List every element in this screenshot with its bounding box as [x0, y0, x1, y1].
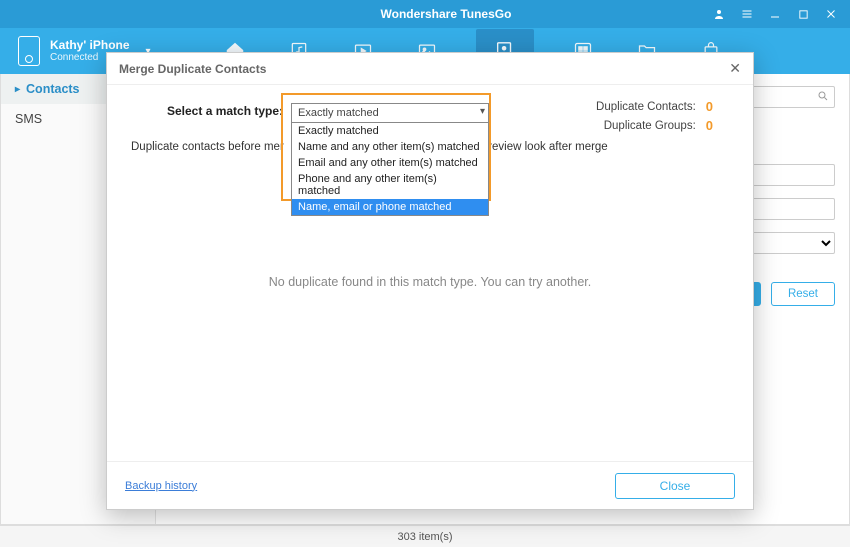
dialog-title: Merge Duplicate Contacts: [119, 62, 266, 76]
maximize-icon[interactable]: [796, 7, 810, 21]
menu-icon[interactable]: [740, 7, 754, 21]
backup-history-link[interactable]: Backup history: [125, 480, 197, 492]
sidebar-item-label: SMS: [15, 112, 42, 126]
match-type-label: Select a match type:: [167, 103, 283, 118]
close-icon[interactable]: [824, 7, 838, 21]
dup-contacts-count: 0: [706, 99, 713, 114]
app-title: Wondershare TunesGo: [180, 7, 712, 21]
dup-contacts-label: Duplicate Contacts:: [596, 101, 696, 113]
reset-button[interactable]: Reset: [771, 282, 835, 306]
sidebar-item-label: Contacts: [26, 82, 79, 96]
dialog-close-icon[interactable]: ✕: [729, 60, 741, 77]
status-text: 303 item(s): [397, 531, 452, 543]
device-name: Kathy' iPhone: [50, 38, 130, 52]
instruction-text-left: Duplicate contacts before mer: [131, 141, 284, 153]
close-button[interactable]: Close: [615, 473, 735, 499]
dropdown-option[interactable]: Name and any other item(s) matched: [292, 139, 488, 155]
statusbar: 303 item(s): [0, 525, 850, 547]
empty-message: No duplicate found in this match type. Y…: [107, 275, 753, 289]
dup-groups-label: Duplicate Groups:: [604, 120, 696, 132]
phone-icon: [18, 36, 40, 66]
match-type-select[interactable]: Exactly matched: [291, 103, 489, 123]
match-type-dropdown: Exactly matched Name and any other item(…: [291, 122, 489, 216]
match-type-selected: Exactly matched: [298, 107, 379, 119]
dropdown-option[interactable]: Email and any other item(s) matched: [292, 155, 488, 171]
dropdown-option[interactable]: Phone and any other item(s) matched: [292, 171, 488, 199]
instruction-text-right: review look after merge: [488, 141, 608, 153]
user-icon[interactable]: [712, 7, 726, 21]
dropdown-option[interactable]: Exactly matched: [292, 123, 488, 139]
minimize-icon[interactable]: [768, 7, 782, 21]
merge-contacts-dialog: Merge Duplicate Contacts ✕ Select a matc…: [106, 52, 754, 510]
dup-groups-count: 0: [706, 118, 713, 133]
titlebar: Wondershare TunesGo: [0, 0, 850, 28]
dropdown-option[interactable]: Name, email or phone matched: [292, 199, 488, 215]
search-icon: [817, 90, 829, 105]
